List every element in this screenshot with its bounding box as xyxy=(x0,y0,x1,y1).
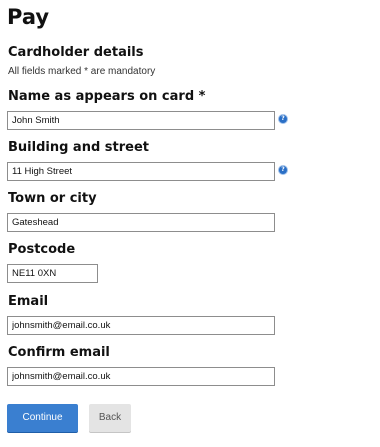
postcode-label: Postcode xyxy=(8,242,76,257)
street-input[interactable] xyxy=(7,162,275,181)
town-input[interactable] xyxy=(7,213,275,232)
back-button[interactable]: Back xyxy=(89,404,131,432)
section-title: Cardholder details xyxy=(8,45,144,60)
help-icon[interactable]: ? xyxy=(279,166,287,174)
page-title: Pay xyxy=(7,5,50,29)
help-icon[interactable]: ? xyxy=(279,115,287,123)
confirm-email-label: Confirm email xyxy=(8,345,110,360)
town-label: Town or city xyxy=(8,191,97,206)
email-label: Email xyxy=(8,294,49,309)
name-label: Name as appears on card * xyxy=(8,89,206,104)
name-input[interactable] xyxy=(7,111,275,130)
continue-button[interactable]: Continue xyxy=(7,404,78,432)
email-input[interactable] xyxy=(7,316,275,335)
confirm-email-input[interactable] xyxy=(7,367,275,386)
street-label: Building and street xyxy=(8,140,149,155)
postcode-input[interactable] xyxy=(7,264,98,283)
mandatory-hint: All fields marked * are mandatory xyxy=(8,66,156,77)
